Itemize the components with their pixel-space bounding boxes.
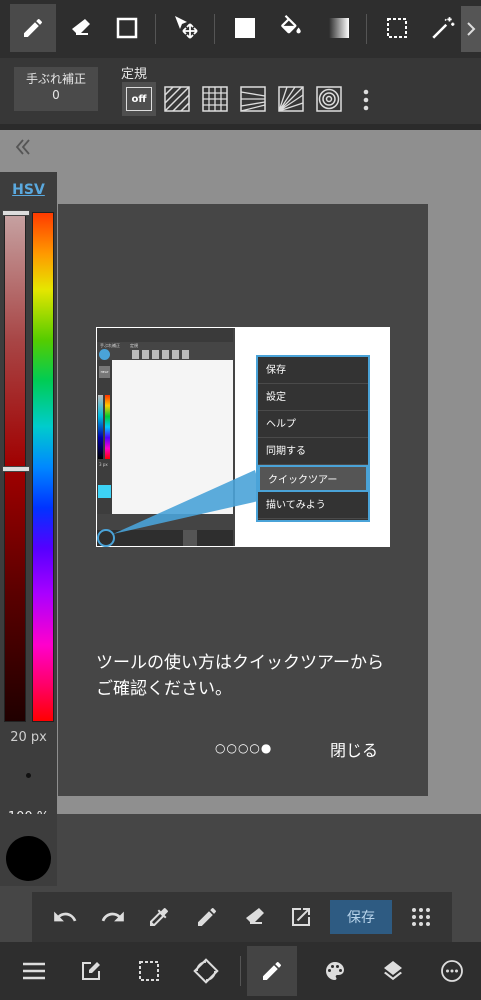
brush-nav-icon[interactable] — [247, 946, 297, 996]
select-tool-icon[interactable] — [374, 4, 420, 52]
fill-shape-tool-icon[interactable] — [222, 4, 268, 52]
page-indicator: ○○○○● — [215, 741, 273, 755]
hue-slider[interactable] — [32, 212, 54, 722]
tour-callout-connector — [113, 470, 263, 534]
ruler-off-button[interactable]: off — [122, 82, 156, 116]
ruler-parallel-icon[interactable] — [160, 82, 194, 116]
ruler-label: 定規 — [121, 67, 148, 82]
tour-description: ツールの使い方はクイックツアーから ご確認ください。 — [96, 650, 426, 702]
brush-size-label[interactable]: 20 px — [0, 730, 57, 745]
quick-eraser-icon[interactable] — [234, 896, 276, 938]
save-button[interactable]: 保存 — [330, 900, 392, 934]
palette-icon[interactable] — [310, 946, 360, 996]
tour-menu-draw: 描いてみよう — [258, 492, 368, 519]
current-color-swatch-fill — [6, 836, 51, 881]
move-tool-icon[interactable] — [163, 4, 209, 52]
sub-toolbar: 手ぶれ補正 0 定規 off — [0, 58, 481, 124]
stabilizer-button[interactable]: 手ぶれ補正 0 — [14, 67, 98, 111]
ruler-off-label: off — [126, 87, 152, 111]
top-toolbar — [0, 0, 481, 58]
hsv-mode-button[interactable]: HSV — [0, 182, 57, 198]
transform-icon[interactable] — [181, 946, 231, 996]
tour-menu-help: ヘルプ — [258, 411, 368, 438]
magic-wand-tool-icon[interactable] — [420, 4, 466, 52]
stabilizer-label: 手ぶれ補正 — [25, 72, 86, 86]
ruler-radial-icon[interactable] — [274, 82, 308, 116]
tour-text-line2: ご確認ください。 — [96, 679, 232, 699]
export-icon[interactable] — [280, 896, 322, 938]
bucket-tool-icon[interactable] — [268, 4, 314, 52]
mini-toolbar — [97, 328, 233, 342]
selection-icon[interactable] — [124, 946, 174, 996]
edit-canvas-icon[interactable] — [66, 946, 116, 996]
canvas-top-edge — [0, 124, 481, 130]
saturation-slider-handle[interactable] — [2, 466, 30, 472]
grid-menu-icon[interactable] — [400, 896, 442, 938]
more-menu-icon[interactable] — [427, 946, 477, 996]
brush-size-preview — [26, 773, 31, 778]
quick-pen-icon[interactable] — [186, 896, 228, 938]
eyedropper-icon[interactable] — [138, 896, 180, 938]
redo-icon[interactable] — [92, 896, 134, 938]
pen-tool-icon[interactable] — [10, 4, 56, 52]
shape-tool-icon[interactable] — [104, 4, 150, 52]
ruler-concentric-icon[interactable] — [312, 82, 346, 116]
undo-icon[interactable] — [44, 896, 86, 938]
menu-icon[interactable] — [9, 946, 59, 996]
tour-menu-settings: 設定 — [258, 384, 368, 411]
tour-menu-sync: 同期する — [258, 438, 368, 465]
ruler-grid-icon[interactable] — [198, 82, 232, 116]
tour-menu-quicktour: クイックツアー — [258, 465, 368, 492]
tour-text-line1: ツールの使い方はクイックツアーから — [96, 653, 384, 673]
tour-menu-save: 保存 — [258, 357, 368, 384]
toolbar-expand-button[interactable] — [461, 6, 481, 52]
value-slider-handle[interactable] — [2, 210, 30, 216]
collapse-panel-icon[interactable] — [14, 138, 32, 156]
stabilizer-value: 0 — [52, 88, 60, 102]
gradient-tool-icon[interactable] — [316, 4, 362, 52]
more-options-icon[interactable] — [356, 88, 376, 112]
layers-icon[interactable] — [368, 946, 418, 996]
close-button[interactable]: 閉じる — [330, 737, 378, 761]
eraser-tool-icon[interactable] — [58, 4, 104, 52]
ruler-perspective-icon[interactable] — [236, 82, 270, 116]
tour-menu-popup: 保存 設定 ヘルプ 同期する クイックツアー 描いてみよう — [256, 355, 370, 522]
